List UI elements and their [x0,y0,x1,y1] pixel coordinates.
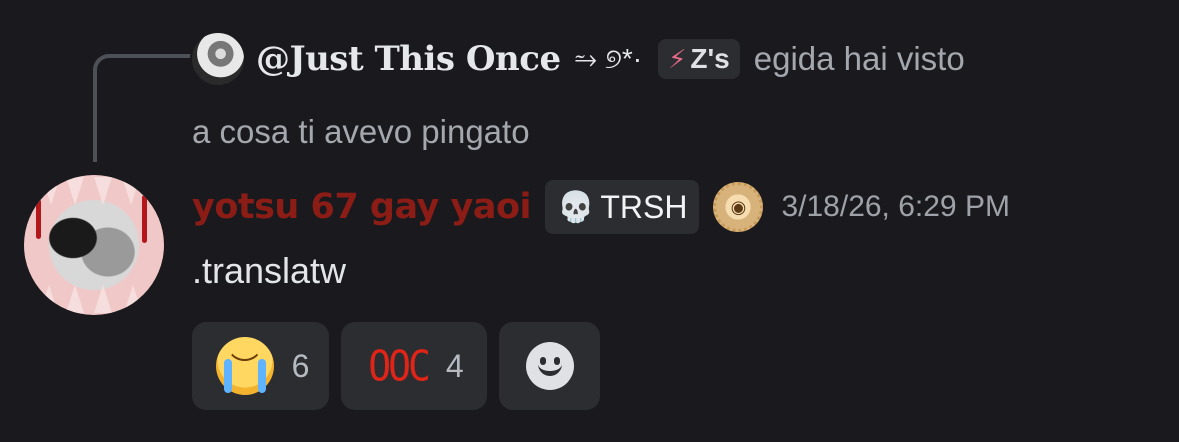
fang-decoration [66,177,84,205]
smiley-icon [525,342,574,390]
message-header: yotsu 67 gay yaoi 💀 TRSH ◉ 3/18/26, 6:29… [192,176,1010,238]
reply-reference[interactable]: @Just This Once ⥲ ୭*· ⚡ Z's egida hai vi… [190,27,1159,91]
loudly-crying-face-icon: ︶ [215,337,274,395]
coin-badge-icon[interactable]: ◉ [713,182,764,232]
author-name[interactable]: yotsu 67 gay yaoi [192,187,532,227]
reply-author-avatar[interactable] [190,31,246,87]
fang-decoration [42,177,60,205]
blood-drip [36,199,41,239]
message-timestamp[interactable]: 3/18/26, 6:29 PM [781,190,1010,224]
reply-author-name[interactable]: @Just This Once [256,39,561,79]
fang-decoration [124,285,142,313]
reaction-crying[interactable]: ︶ 6 [192,322,329,410]
author-avatar[interactable] [24,175,164,315]
fang-decoration [94,285,112,313]
message-content: .translatw [192,250,347,291]
fang-decoration [66,285,84,313]
reply-preview-text-continued[interactable]: a cosa ti avevo pingato [192,113,530,151]
add-reaction-button[interactable] [499,322,600,410]
reaction-count: 4 [445,347,464,384]
reaction-bar: ︶ 6 OOC 4 [192,322,600,410]
lightning-icon: ⚡ [668,43,687,74]
fang-decoration [122,177,140,205]
reply-connector-line [93,54,193,162]
blood-drip [142,195,147,243]
role-tag[interactable]: 💀 TRSH [545,180,700,234]
reaction-ooc[interactable]: OOC 4 [341,322,487,410]
reply-preview-text[interactable]: egida hai visto [754,40,965,78]
ooc-emoji-icon: OOC [368,341,431,391]
reply-author-flourish: ⥲ ୭*· [574,42,643,74]
skull-icon: 💀 [557,190,595,224]
server-tag-label: Z's [690,43,730,74]
fang-decoration [94,177,112,205]
reply-server-tag[interactable]: ⚡ Z's [658,39,740,79]
reaction-count: 6 [291,347,310,384]
fang-decoration [40,285,58,313]
role-tag-label: TRSH [600,188,688,225]
